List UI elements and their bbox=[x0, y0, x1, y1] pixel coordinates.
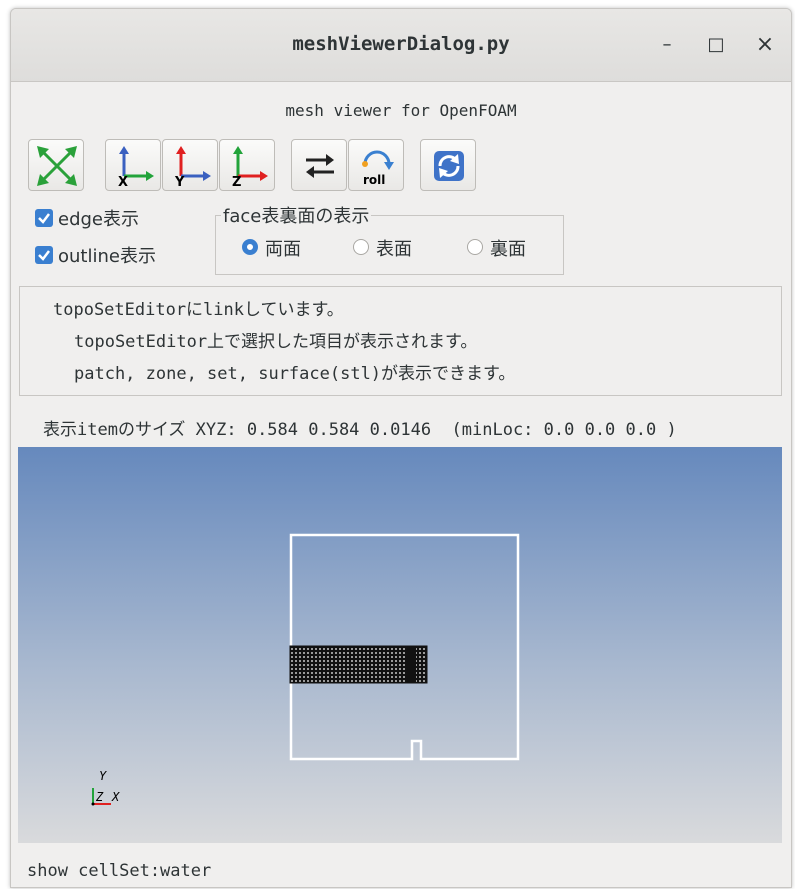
outline-checkbox-label[interactable]: outline表示 bbox=[58, 242, 156, 268]
radio-back-side-label[interactable]: 裏面 bbox=[490, 235, 526, 261]
view-x-axis-icon: X bbox=[118, 146, 154, 190]
axis-y-label: Y bbox=[99, 769, 107, 783]
view-y-axis-icon: Y bbox=[174, 146, 211, 190]
axis-x-label: X bbox=[111, 790, 120, 804]
radio-both-sides-label[interactable]: 両面 bbox=[265, 235, 301, 261]
roll-button[interactable]: roll bbox=[348, 139, 404, 191]
face-display-group-title: face表裏面の表示 bbox=[221, 202, 372, 228]
title-bar[interactable]: meshViewerDialog.py – □ × bbox=[11, 9, 791, 82]
refresh-icon bbox=[434, 151, 464, 181]
view-z-label: Z bbox=[232, 175, 241, 190]
view-y-button[interactable]: Y bbox=[162, 139, 218, 191]
info-line-2: topoSetEditor上で選択した項目が表示されます。 bbox=[74, 332, 478, 352]
view-y-label: Y bbox=[174, 175, 185, 190]
reverse-view-icon bbox=[306, 154, 334, 178]
roll-icon: roll bbox=[362, 150, 394, 187]
reverse-view-button[interactable] bbox=[291, 139, 347, 191]
roll-label: roll bbox=[363, 173, 385, 187]
maximize-button[interactable]: □ bbox=[702, 31, 730, 59]
water-cellset-dense-band bbox=[406, 646, 416, 683]
info-line-1: topoSetEditorにlinkしています。 bbox=[53, 300, 344, 320]
radio-both-sides[interactable] bbox=[242, 239, 258, 255]
edge-checkbox-label[interactable]: edge表示 bbox=[58, 205, 139, 231]
refresh-button[interactable] bbox=[420, 139, 476, 191]
edge-checkbox-box[interactable] bbox=[35, 209, 53, 227]
info-line-3: patch, zone, set, surface(stl)が表示できます。 bbox=[74, 364, 516, 384]
close-button[interactable]: × bbox=[751, 31, 779, 59]
radio-front-side-label[interactable]: 表面 bbox=[376, 235, 412, 261]
view-z-button[interactable]: Z bbox=[219, 139, 275, 191]
view-x-button[interactable]: X bbox=[105, 139, 161, 191]
outline-checkbox-box[interactable] bbox=[35, 246, 53, 264]
dialog-window: meshViewerDialog.py – □ × mesh viewer fo… bbox=[10, 8, 792, 888]
mesh-render: Y Z X bbox=[91, 533, 520, 806]
dialog-subtitle: mesh viewer for OpenFOAM bbox=[285, 101, 517, 120]
view-x-label: X bbox=[118, 175, 128, 190]
axis-z-label: Z bbox=[95, 790, 104, 804]
radio-back-side[interactable] bbox=[467, 239, 483, 255]
view-z-axis-icon: Z bbox=[232, 146, 268, 190]
fit-all-icon bbox=[37, 146, 77, 186]
status-text: show cellSet:water bbox=[27, 861, 212, 881]
axes-triad: Y Z X bbox=[91, 769, 120, 806]
mesh-viewport[interactable]: Y Z X bbox=[18, 447, 782, 843]
check-icon bbox=[38, 213, 50, 224]
fit-all-button[interactable] bbox=[28, 139, 84, 191]
check-icon bbox=[38, 250, 50, 261]
minimize-button[interactable]: – bbox=[653, 31, 681, 59]
item-size-readout: 表示itemのサイズ XYZ: 0.584 0.584 0.0146 (minL… bbox=[43, 420, 677, 440]
radio-front-side[interactable] bbox=[353, 239, 369, 255]
